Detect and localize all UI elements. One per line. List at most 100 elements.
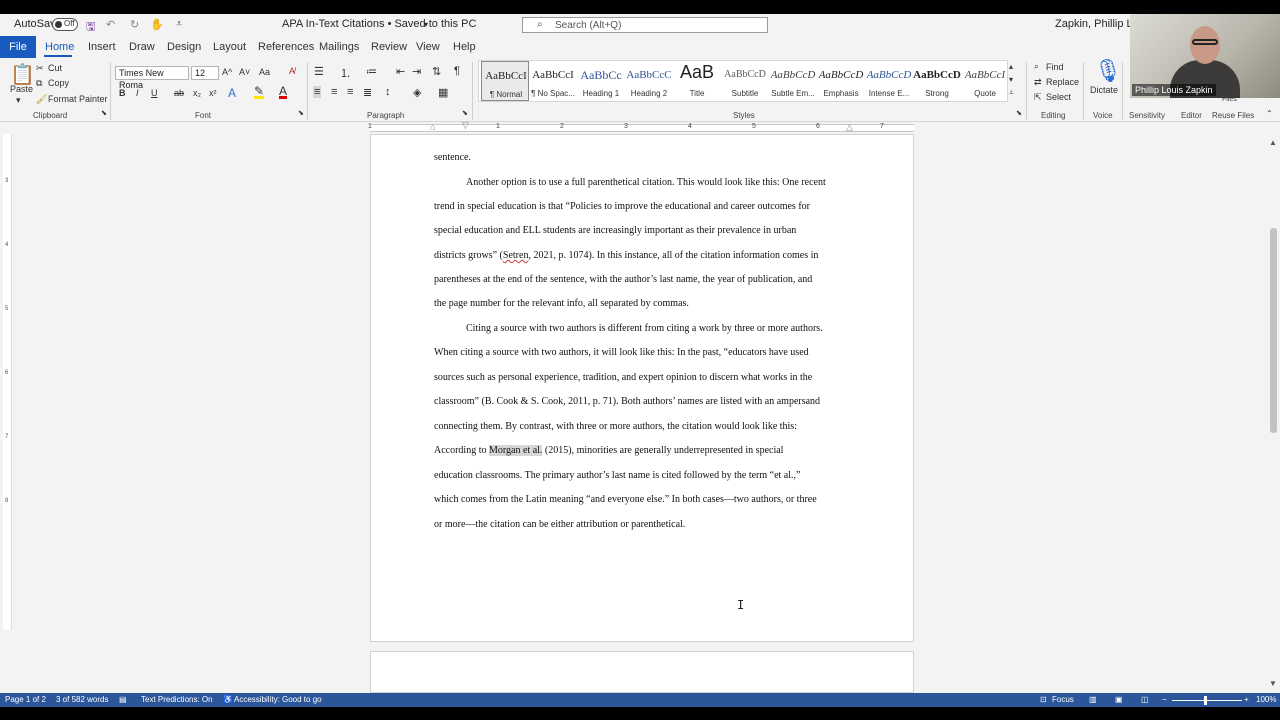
- highlight-icon[interactable]: ✎: [254, 85, 265, 99]
- focus-button[interactable]: Focus: [1052, 695, 1074, 704]
- strikethrough-button[interactable]: ab: [174, 88, 184, 98]
- tab-draw[interactable]: Draw: [129, 41, 155, 53]
- customize-qat-icon[interactable]: ⩡: [176, 18, 182, 31]
- replace-icon[interactable]: ⇄: [1034, 77, 1042, 88]
- horizontal-ruler[interactable]: 1 1 2 3 4 5 6 7 ⌂ ▽ △: [0, 120, 1280, 134]
- align-center-icon[interactable]: ≡: [331, 86, 337, 98]
- tab-references[interactable]: References: [258, 41, 314, 53]
- vertical-scrollbar[interactable]: ▲ ▼: [1267, 134, 1280, 693]
- tab-insert[interactable]: Insert: [88, 41, 116, 53]
- doc-line[interactable]: Citing a source with two authors is diff…: [466, 323, 823, 334]
- find-icon[interactable]: ⌕: [1034, 61, 1039, 72]
- copy-icon[interactable]: ⧉: [36, 78, 42, 89]
- gallery-scroll-up-icon[interactable]: ▴: [1009, 62, 1013, 71]
- microphone-icon[interactable]: 🎙: [1094, 58, 1122, 84]
- vertical-ruler[interactable]: 3 4 5 6 7 8: [3, 134, 12, 630]
- paste-chevron-icon[interactable]: ▾: [16, 95, 21, 106]
- doc-line[interactable]: trend in special education is that “Poli…: [434, 201, 810, 212]
- style-normal[interactable]: AaBbCcI ¶ Normal: [481, 61, 529, 101]
- text-effects-icon[interactable]: A: [228, 86, 236, 100]
- change-case-button[interactable]: Aa: [259, 67, 270, 77]
- scroll-up-icon[interactable]: ▲: [1269, 138, 1277, 147]
- dictate-button[interactable]: Dictate: [1090, 85, 1118, 95]
- font-size-select[interactable]: 12: [191, 66, 219, 80]
- tab-mailings[interactable]: Mailings: [319, 41, 359, 53]
- justify-icon[interactable]: ≣: [363, 86, 372, 99]
- text-predictions-status[interactable]: Text Predictions: On: [141, 695, 213, 704]
- doc-line[interactable]: districts grows” (Setren, 2021, p. 1074)…: [434, 250, 818, 261]
- zoom-out-icon[interactable]: −: [1162, 695, 1167, 704]
- select-icon[interactable]: ⇱: [1034, 92, 1042, 103]
- bold-button[interactable]: B: [119, 88, 126, 98]
- doc-line[interactable]: special education and ELL students are i…: [434, 225, 796, 236]
- touch-mode-icon[interactable]: ✋: [150, 18, 164, 31]
- show-marks-button[interactable]: ¶: [454, 65, 460, 77]
- print-layout-icon[interactable]: ▣: [1115, 695, 1123, 704]
- right-indent-marker-icon[interactable]: △: [846, 122, 853, 133]
- zoom-slider-thumb[interactable]: [1204, 696, 1207, 705]
- numbering-icon[interactable]: ⒈: [340, 65, 351, 81]
- doc-line[interactable]: classroom” (B. Cook & S. Cook, 2011, p. …: [434, 396, 820, 407]
- word-count[interactable]: 3 of 582 words: [56, 695, 108, 704]
- multilevel-list-icon[interactable]: ≔: [366, 65, 377, 78]
- doc-line[interactable]: education classrooms. The primary author…: [434, 470, 800, 481]
- accessibility-status[interactable]: Accessibility: Good to go: [234, 695, 322, 704]
- doc-line[interactable]: connecting them. By contrast, with three…: [434, 421, 797, 432]
- sort-icon[interactable]: ⇅: [432, 65, 441, 78]
- style-title[interactable]: AaB Title: [673, 61, 721, 101]
- scrollbar-thumb[interactable]: [1270, 228, 1277, 433]
- style-emphasis[interactable]: AaBbCcD Emphasis: [817, 61, 865, 101]
- style-subtle-emphasis[interactable]: AaBbCcD Subtle Em...: [769, 61, 817, 101]
- font-color-icon[interactable]: A: [279, 85, 288, 99]
- redo-icon[interactable]: ↻: [130, 18, 139, 31]
- increase-indent-icon[interactable]: ⇥: [412, 65, 421, 78]
- search-box[interactable]: ⌕ Search (Alt+Q): [522, 17, 768, 33]
- autosave-toggle[interactable]: Off: [52, 18, 78, 31]
- proofing-icon[interactable]: ▤: [119, 695, 127, 704]
- selected-text[interactable]: Morgan et al.: [489, 445, 543, 456]
- style-subtitle[interactable]: AaBbCcD Subtitle: [721, 61, 769, 101]
- tab-layout[interactable]: Layout: [213, 41, 246, 53]
- doc-line[interactable]: sentence.: [434, 152, 471, 163]
- tab-file[interactable]: File: [0, 36, 36, 58]
- save-icon[interactable]: 🖫: [86, 18, 95, 37]
- doc-line[interactable]: When citing a source with two authors, i…: [434, 347, 809, 358]
- collapse-ribbon-icon[interactable]: ⌃: [1266, 109, 1273, 118]
- first-line-indent-marker-icon[interactable]: ▽: [462, 120, 469, 131]
- format-painter-button[interactable]: Format Painter: [48, 94, 108, 104]
- decrease-indent-icon[interactable]: ⇤: [396, 65, 405, 78]
- underline-button[interactable]: U: [151, 88, 158, 98]
- dialog-launcher-icon[interactable]: ⬊: [1016, 109, 1022, 117]
- shading-icon[interactable]: ◈: [413, 86, 421, 99]
- doc-line[interactable]: which comes from the Latin meaning “and …: [434, 494, 817, 505]
- zoom-in-icon[interactable]: +: [1244, 695, 1249, 704]
- copy-button[interactable]: Copy: [48, 78, 69, 88]
- bullets-icon[interactable]: ☰: [314, 65, 324, 78]
- zoom-slider[interactable]: [1172, 700, 1242, 701]
- dialog-launcher-icon[interactable]: ⬊: [101, 109, 107, 117]
- select-button[interactable]: Select: [1046, 92, 1071, 102]
- tab-home[interactable]: Home: [45, 41, 74, 53]
- dialog-launcher-icon[interactable]: ⬊: [298, 109, 304, 117]
- zoom-level[interactable]: 100%: [1256, 695, 1276, 704]
- style-quote[interactable]: AaBbCcI Quote: [961, 61, 1009, 101]
- tab-help[interactable]: Help: [453, 41, 476, 53]
- style-strong[interactable]: AaBbCcD Strong: [913, 61, 961, 101]
- borders-icon[interactable]: ▦: [438, 86, 448, 99]
- scroll-down-icon[interactable]: ▼: [1269, 679, 1277, 688]
- superscript-button[interactable]: x²: [209, 88, 217, 98]
- align-left-icon[interactable]: ≡: [313, 86, 322, 98]
- spelling-error-word[interactable]: Setren: [503, 250, 529, 261]
- web-layout-icon[interactable]: ◫: [1141, 695, 1149, 704]
- grow-font-button[interactable]: A^: [222, 67, 232, 77]
- read-mode-icon[interactable]: ▥: [1089, 695, 1097, 704]
- tab-view[interactable]: View: [416, 41, 440, 53]
- tab-design[interactable]: Design: [167, 41, 201, 53]
- doc-line[interactable]: sources such as personal experience, tra…: [434, 372, 812, 383]
- reuse-files-button[interactable]: Reuse Files: [1212, 111, 1254, 120]
- style-no-spacing[interactable]: AaBbCcI ¶ No Spac...: [529, 61, 577, 101]
- doc-line[interactable]: or more—the citation can be either attri…: [434, 519, 685, 530]
- undo-icon[interactable]: ↶: [106, 18, 115, 31]
- replace-button[interactable]: Replace: [1046, 77, 1079, 87]
- clear-formatting-icon[interactable]: A̸: [289, 66, 295, 76]
